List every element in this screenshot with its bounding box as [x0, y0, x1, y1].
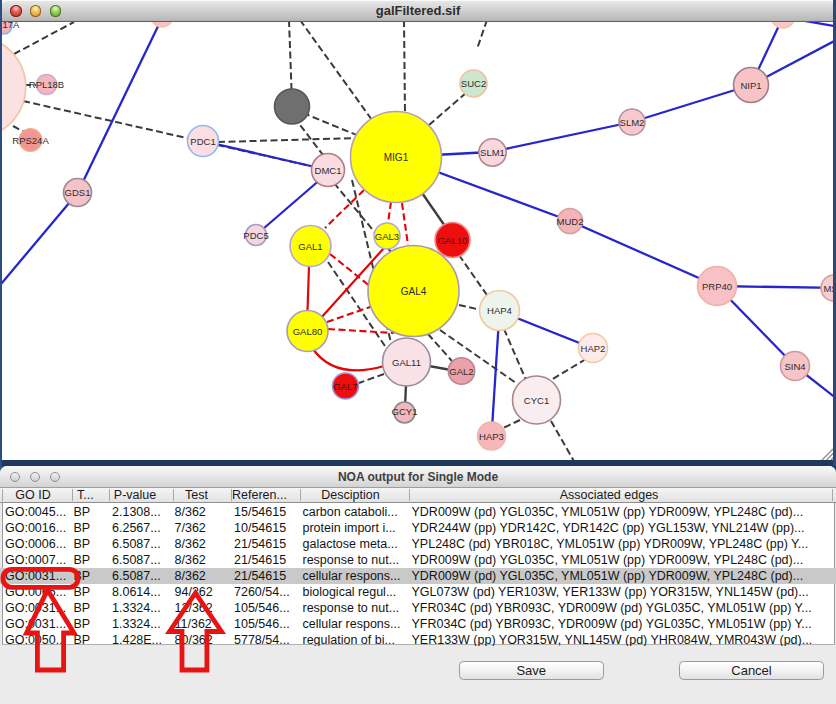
svg-text:GAL1: GAL1: [298, 241, 322, 252]
svg-text:DMC1: DMC1: [315, 165, 342, 176]
svg-text:SLM2: SLM2: [620, 117, 645, 128]
svg-text:SLM1: SLM1: [480, 147, 505, 158]
svg-text:GCY1: GCY1: [392, 406, 418, 417]
svg-text:GAL2: GAL2: [449, 366, 473, 377]
svg-text:GAL10: GAL10: [438, 235, 468, 246]
svg-text:MUD2: MUD2: [557, 216, 584, 227]
svg-text:GAL80: GAL80: [293, 326, 323, 337]
svg-text:SIN4: SIN4: [784, 361, 805, 372]
svg-text:MIG1: MIG1: [384, 152, 409, 163]
svg-text:HAP3: HAP3: [479, 431, 504, 442]
svg-text:PRP40: PRP40: [702, 281, 732, 292]
svg-text:HAP4: HAP4: [487, 305, 512, 316]
svg-text:PDC5: PDC5: [243, 230, 268, 241]
svg-text:GAL11: GAL11: [392, 357, 421, 368]
svg-text:GAL4: GAL4: [401, 286, 427, 297]
svg-text:NIP1: NIP1: [740, 80, 761, 91]
svg-text:RPS24A: RPS24A: [12, 135, 49, 146]
svg-text:SUC2: SUC2: [461, 78, 486, 89]
svg-text:GDS1: GDS1: [65, 187, 91, 198]
svg-text:CYC1: CYC1: [524, 395, 549, 406]
svg-text:HAP2: HAP2: [581, 343, 606, 354]
svg-text:PDC1: PDC1: [190, 136, 215, 147]
svg-text:RPL18B: RPL18B: [29, 79, 64, 90]
svg-text:GAL3: GAL3: [375, 231, 399, 242]
svg-text:GAL7: GAL7: [333, 381, 357, 392]
